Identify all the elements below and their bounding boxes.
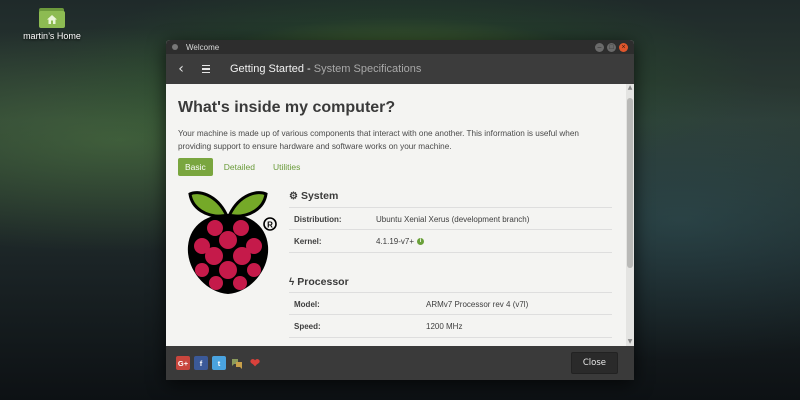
breadcrumb-separator: - <box>304 63 314 75</box>
tab-bar: Basic Detailed Utilities <box>178 158 307 176</box>
raspberry-pi-logo-icon: R <box>187 191 277 294</box>
desktop-home-icon[interactable]: martin’s Home <box>14 6 90 41</box>
speed-value: 1200 MHz <box>426 321 463 331</box>
heart-icon[interactable]: ❤ <box>248 356 262 370</box>
row-key: Model: <box>294 299 320 309</box>
scroll-up-arrow-icon[interactable]: ▲ <box>626 84 634 92</box>
forum-icon[interactable] <box>230 356 244 370</box>
distribution-value: Ubuntu Xenial Xerus (development branch) <box>376 214 530 224</box>
breadcrumb: Getting Started - System Specifications <box>230 63 421 75</box>
gear-icon: ⚙ <box>289 190 298 202</box>
system-section-title: ⚙ System <box>289 190 338 202</box>
page-title: What's inside my computer? <box>178 99 396 116</box>
tab-detailed[interactable]: Detailed <box>217 158 262 176</box>
window-app-icon <box>172 44 178 50</box>
twitter-icon[interactable]: t <box>212 356 226 370</box>
table-row: Model: ARMv7 Processor rev 4 (v7l) <box>289 292 612 315</box>
header-bar: ‹ Getting Started - System Specification… <box>166 54 634 84</box>
close-button[interactable]: Close <box>570 352 618 374</box>
social-links: G+ f t ❤ <box>176 356 262 370</box>
kernel-value: 4.1.19-v7+ <box>376 236 415 246</box>
window-title: Welcome <box>186 42 220 52</box>
svg-text:R: R <box>267 221 273 230</box>
scroll-down-arrow-icon[interactable]: ▼ <box>626 338 634 346</box>
table-row: Speed: 1200 MHz <box>289 314 612 338</box>
row-key: Distribution: <box>294 214 342 224</box>
facebook-icon[interactable]: f <box>194 356 208 370</box>
tab-basic[interactable]: Basic <box>178 158 213 176</box>
close-window-button[interactable]: × <box>619 42 628 52</box>
system-title-text: System <box>300 190 339 202</box>
scrollbar-thumb[interactable] <box>627 98 633 268</box>
footer-bar: G+ f t ❤ Close <box>166 346 634 380</box>
breadcrumb-main[interactable]: Getting Started <box>230 63 304 75</box>
home-folder-icon <box>39 8 65 28</box>
info-icon[interactable]: i <box>417 237 425 245</box>
row-value: Ubuntu Xenial Xerus (development branch) <box>376 215 612 224</box>
processor-section-title: ϟ Processor <box>289 276 349 288</box>
bolt-icon: ϟ <box>289 276 295 288</box>
row-value: 4.1.19-v7+ i <box>376 237 612 246</box>
table-row: Kernel: 4.1.19-v7+ i <box>289 229 612 253</box>
intro-text: Your machine is made up of various compo… <box>178 129 579 151</box>
window-titlebar[interactable]: Welcome – □ × <box>166 40 634 54</box>
maximize-button[interactable]: □ <box>607 42 616 52</box>
welcome-window: Welcome – □ × ‹ Getting Started - System… <box>166 40 634 380</box>
breadcrumb-current: System Specifications <box>313 63 422 75</box>
table-row: Distribution: Ubuntu Xenial Xerus (devel… <box>289 207 612 230</box>
model-value: ARMv7 Processor rev 4 (v7l) <box>426 299 529 309</box>
processor-title-text: Processor <box>297 276 349 288</box>
tab-utilities[interactable]: Utilities <box>266 158 307 176</box>
hamburger-menu-icon[interactable] <box>196 64 216 74</box>
back-button[interactable]: ‹ <box>166 61 196 77</box>
desktop-icon-label: martin’s Home <box>23 31 81 41</box>
row-key: Speed: <box>294 321 321 331</box>
row-key: Kernel: <box>294 236 322 246</box>
minimize-button[interactable]: – <box>595 42 604 52</box>
content-area: What's inside my computer? Your machine … <box>166 84 626 346</box>
vertical-scrollbar[interactable]: ▲ ▼ <box>626 84 634 346</box>
google-plus-icon[interactable]: G+ <box>176 356 190 370</box>
